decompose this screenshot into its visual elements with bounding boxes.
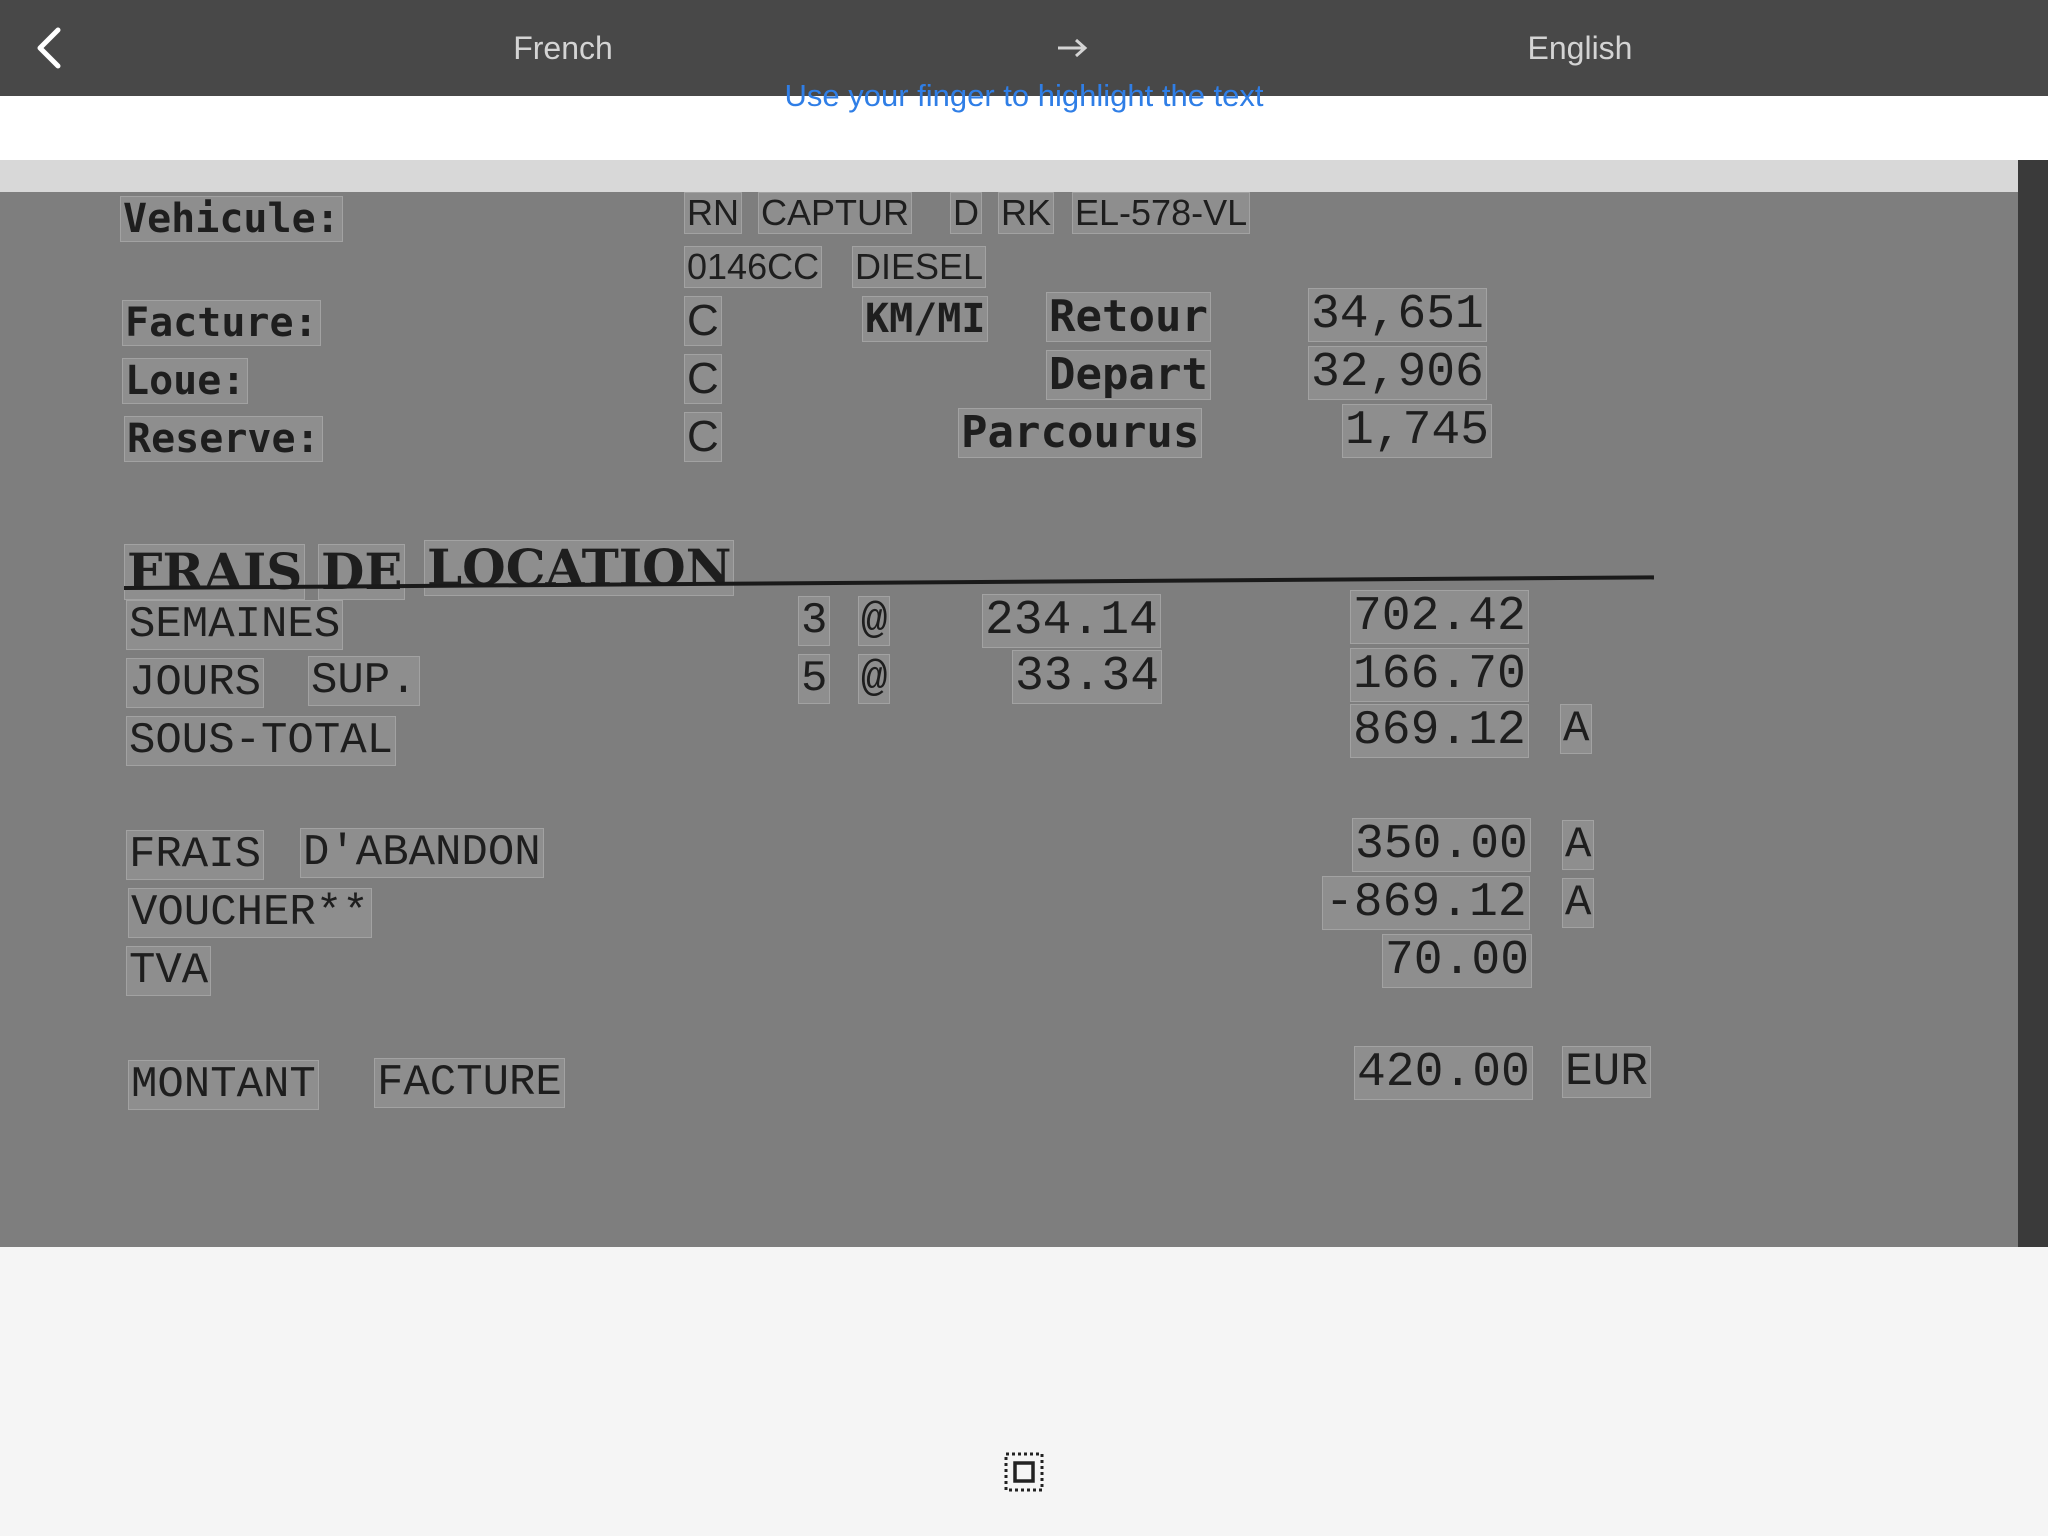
mileage-label[interactable]: Depart [1046, 350, 1211, 400]
km-mi-header[interactable]: KM/MI [862, 296, 989, 342]
charge-amount[interactable]: 702.42 [1350, 590, 1529, 644]
section-title-word[interactable]: FRAIS [124, 544, 306, 600]
vehicle-word[interactable]: 0146CC [684, 246, 823, 288]
charge-amount[interactable]: 869.12 [1350, 704, 1529, 758]
charge-label[interactable]: D'ABANDON [300, 828, 544, 878]
charge-at[interactable]: @ [858, 596, 891, 646]
document-edge [2018, 160, 2048, 1247]
select-all-button[interactable] [1003, 1451, 1045, 1493]
charge-qty[interactable]: 3 [798, 596, 831, 646]
charge-label[interactable]: TVA [126, 946, 212, 996]
mileage-value[interactable]: 32,906 [1308, 346, 1487, 400]
charge-amount[interactable]: 166.70 [1350, 648, 1529, 702]
vehicle-word[interactable]: EL-578-VL [1072, 192, 1251, 234]
vehicle-label[interactable]: Vehicule: [120, 196, 343, 242]
loue-label[interactable]: Loue: [122, 358, 249, 404]
charge-amount[interactable]: 350.00 [1352, 818, 1531, 872]
vehicle-word[interactable]: D [950, 192, 982, 234]
vehicle-word[interactable]: CAPTUR [758, 192, 913, 234]
charge-at[interactable]: @ [858, 654, 891, 704]
charge-label[interactable]: SUP. [308, 656, 420, 706]
charge-flag[interactable]: A [1560, 704, 1593, 754]
section-title-word[interactable]: DE [318, 544, 406, 600]
vehicle-word[interactable]: DIESEL [852, 246, 987, 288]
charge-rate[interactable]: 234.14 [982, 594, 1161, 648]
charge-qty[interactable]: 5 [798, 654, 831, 704]
hint-container: Use your finger to highlight the text [0, 78, 2048, 192]
charge-label[interactable]: VOUCHER** [128, 888, 372, 938]
total-currency[interactable]: EUR [1562, 1046, 1651, 1098]
facture-label[interactable]: Facture: [122, 300, 321, 346]
scanned-document[interactable]: Vehicule: RN CAPTUR D RK EL-578-VL 0146C… [0, 160, 2018, 1247]
charge-label[interactable]: JOURS [126, 658, 265, 708]
charge-label[interactable]: SOUS-TOTAL [126, 716, 397, 766]
mileage-value[interactable]: 1,745 [1342, 404, 1493, 458]
reserve-code[interactable]: C [684, 412, 722, 462]
highlight-hint: Use your finger to highlight the text [784, 78, 1264, 113]
reserve-label[interactable]: Reserve: [124, 416, 323, 462]
charge-rate[interactable]: 33.34 [1012, 650, 1163, 704]
charge-amount[interactable]: -869.12 [1322, 876, 1530, 930]
vehicle-word[interactable]: RN [684, 192, 742, 234]
mileage-label[interactable]: Parcourus [958, 408, 1203, 458]
total-label[interactable]: MONTANT [128, 1060, 319, 1110]
total-amount[interactable]: 420.00 [1354, 1046, 1533, 1100]
charge-label[interactable]: FRAIS [126, 830, 265, 880]
vehicle-word[interactable]: RK [998, 192, 1055, 234]
charge-amount[interactable]: 70.00 [1382, 934, 1533, 988]
loue-code[interactable]: C [684, 354, 722, 404]
section-title-word[interactable]: LOCATION [424, 540, 735, 596]
total-label[interactable]: FACTURE [374, 1058, 565, 1108]
charge-label[interactable]: SEMAINES [126, 600, 344, 650]
mileage-value[interactable]: 34,651 [1308, 288, 1487, 342]
mileage-label[interactable]: Retour [1046, 292, 1211, 342]
facture-code[interactable]: C [684, 296, 722, 346]
select-all-icon [1004, 1452, 1044, 1492]
charge-flag[interactable]: A [1562, 878, 1595, 928]
charge-flag[interactable]: A [1562, 820, 1595, 870]
